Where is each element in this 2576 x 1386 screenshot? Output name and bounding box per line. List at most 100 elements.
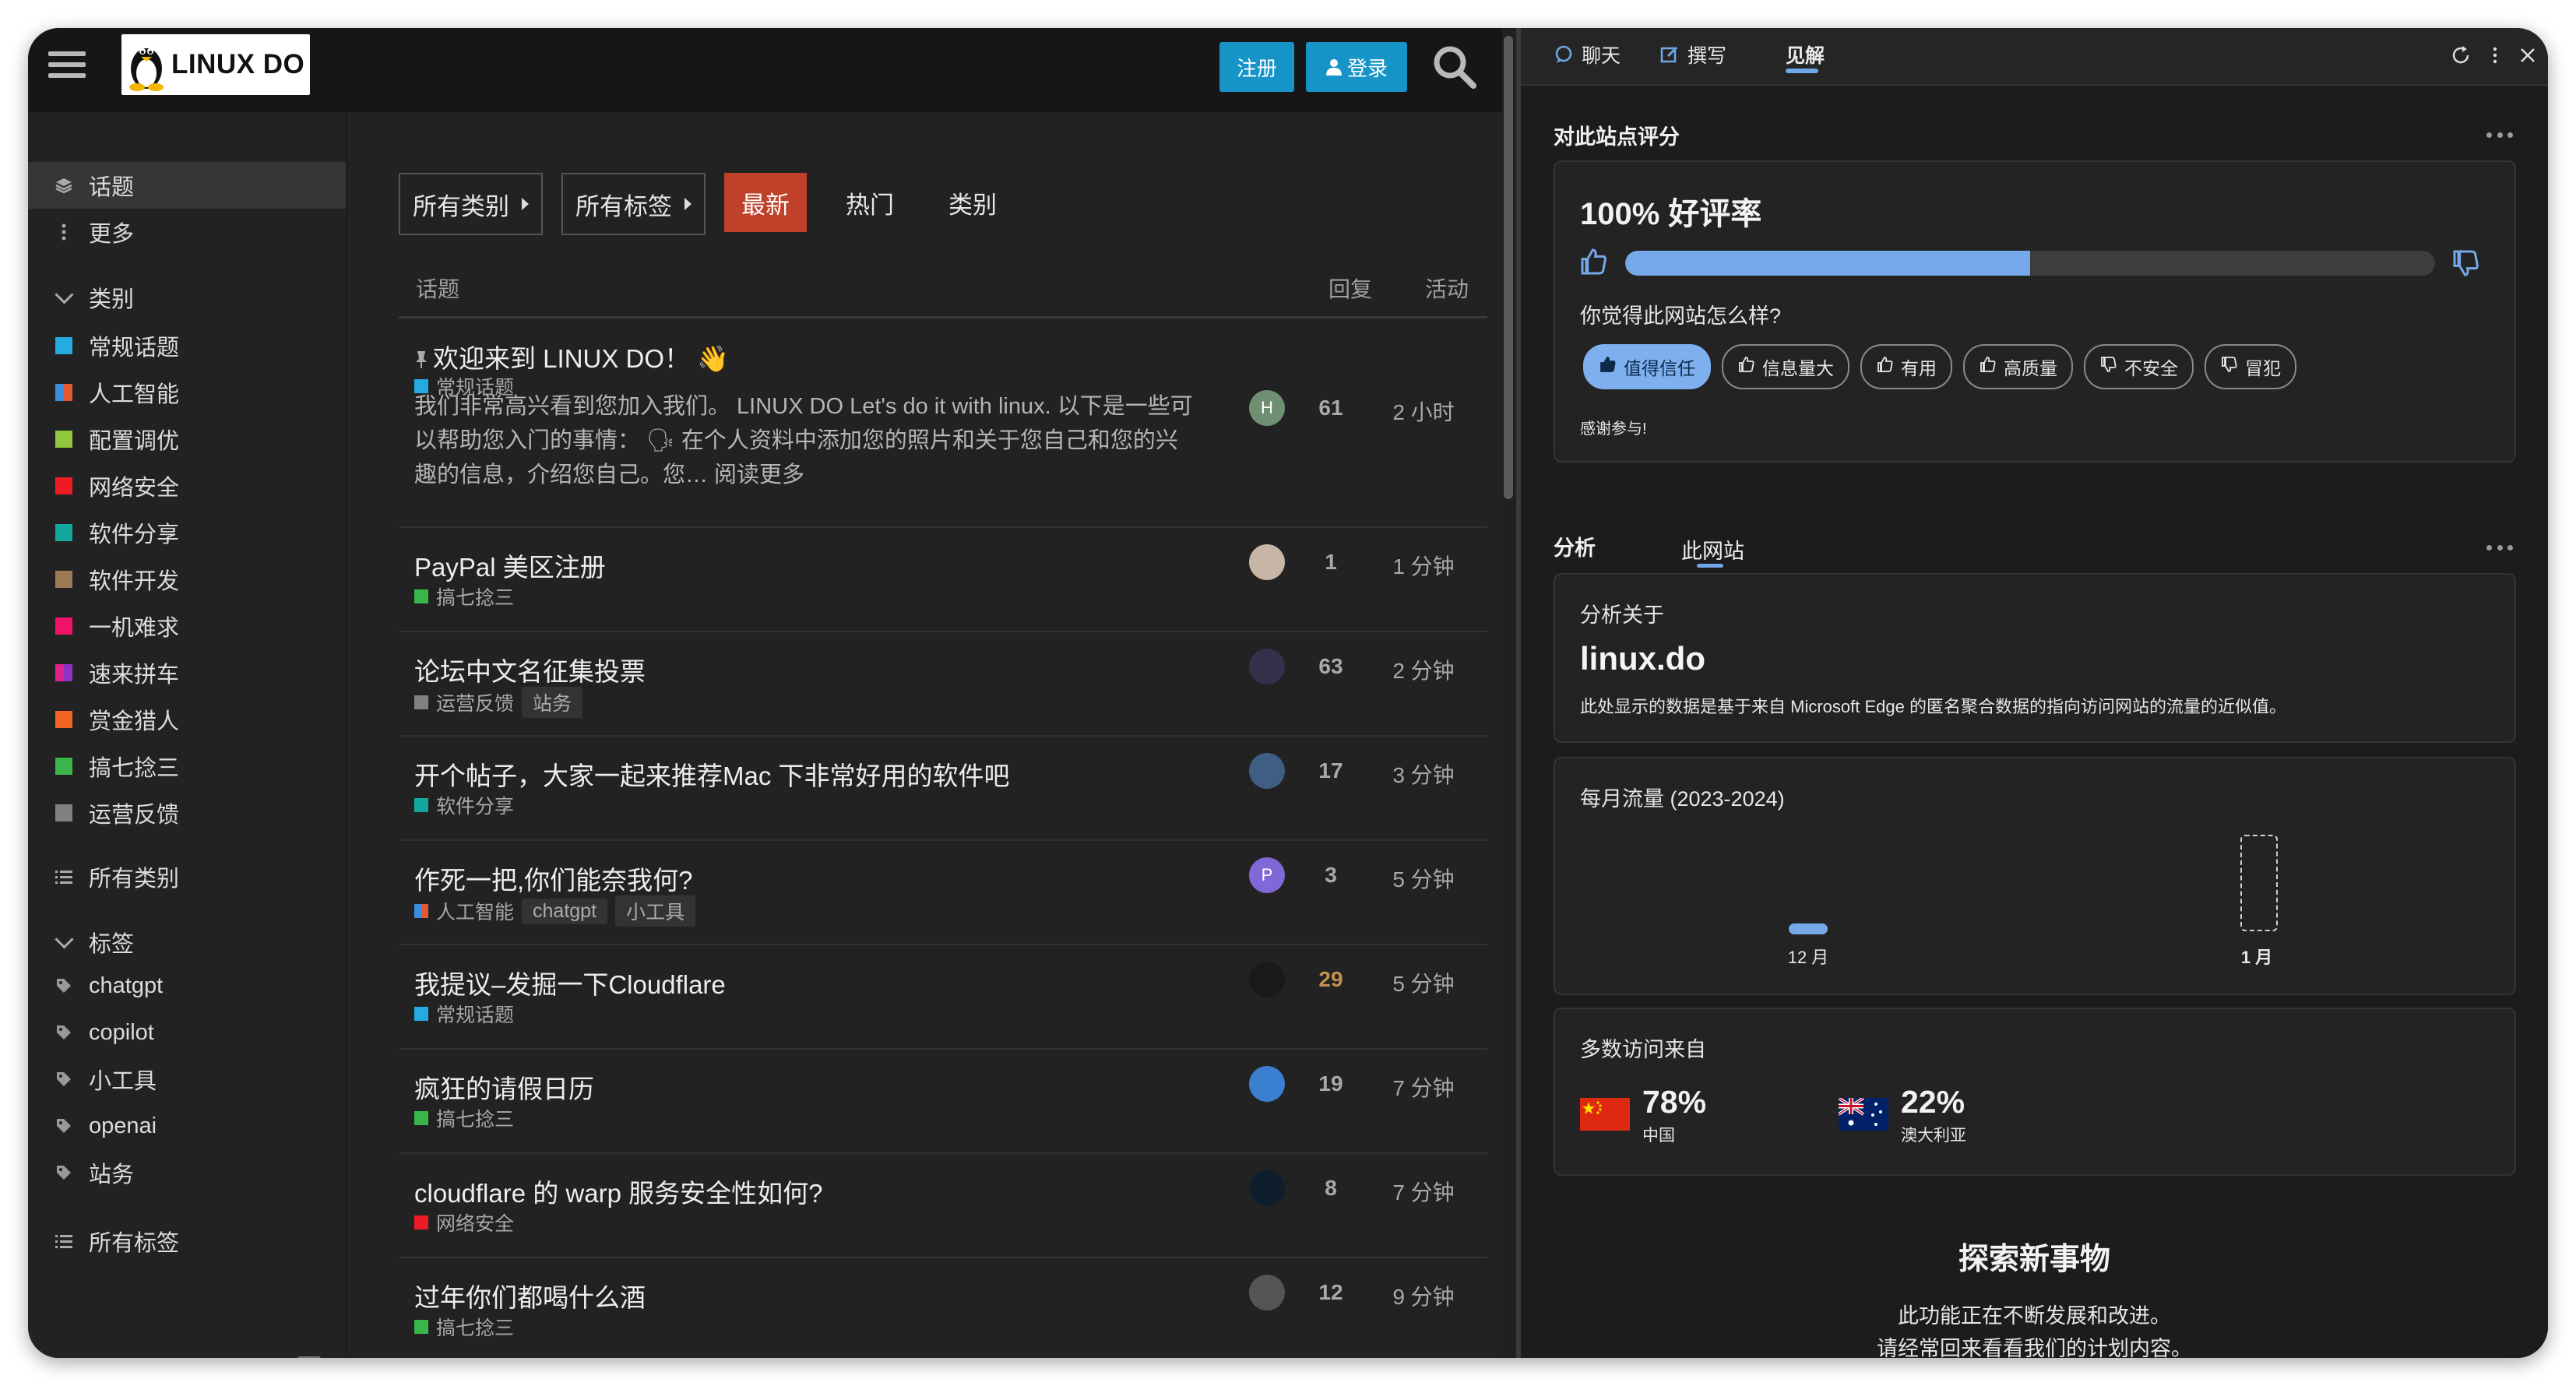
- topic-category-badge[interactable]: 软件分享: [414, 791, 514, 819]
- sidebar-item-category[interactable]: 人工智能: [28, 369, 346, 416]
- column-header-activity[interactable]: 活动: [1425, 273, 1469, 304]
- reply-count[interactable]: 1: [1294, 550, 1367, 575]
- traffic-bar-january[interactable]: [2240, 835, 2278, 931]
- reply-count[interactable]: 19: [1294, 1071, 1367, 1096]
- tab-insights[interactable]: 见解: [1786, 39, 1825, 70]
- topic-category-badge[interactable]: 搞七捻三: [414, 582, 514, 610]
- topic-title-link[interactable]: 过年你们都喝什么酒: [414, 1277, 646, 1314]
- topic-tag[interactable]: chatgpt: [522, 898, 608, 924]
- reply-count[interactable]: 61: [1294, 396, 1367, 420]
- activity-time[interactable]: 7 分钟: [1372, 1071, 1475, 1103]
- poster-avatar[interactable]: [1249, 1170, 1285, 1206]
- sidebar-item-tag[interactable]: openai: [28, 1103, 346, 1149]
- sidebar-item-all-categories[interactable]: 所有类别: [28, 853, 346, 900]
- nav-hot-tab[interactable]: 热门: [846, 173, 894, 232]
- activity-time[interactable]: 7 分钟: [1372, 1176, 1475, 1207]
- column-header-replies[interactable]: 回复: [1328, 273, 1372, 304]
- rating-chip[interactable]: 高质量: [1963, 344, 2073, 389]
- poster-avatar[interactable]: [1249, 544, 1285, 580]
- sidebar-item-tag[interactable]: 站务: [28, 1149, 346, 1196]
- tab-compose[interactable]: 撰写: [1659, 39, 1726, 70]
- sidebar-item-category[interactable]: 速来拼车: [28, 649, 346, 696]
- activity-time[interactable]: 2 小时: [1372, 396, 1475, 427]
- traffic-bar-december[interactable]: [1789, 923, 1828, 934]
- topic-category-badge[interactable]: 运营反馈 站务: [414, 687, 583, 718]
- sidebar-item-topics[interactable]: 话题: [28, 162, 346, 209]
- reply-count[interactable]: 12: [1294, 1280, 1367, 1305]
- sidebar-categories-header[interactable]: 类别: [28, 274, 346, 321]
- nav-latest-tab[interactable]: 最新: [724, 173, 807, 232]
- topic-row[interactable]: PayPal 美区注册 搞七捻三 1 1 分钟: [399, 526, 1487, 632]
- sidebar-item-all-tags[interactable]: 所有标签: [28, 1218, 346, 1265]
- nav-categories-tab[interactable]: 类别: [948, 173, 997, 232]
- sidebar-tags-header[interactable]: 标签: [28, 919, 346, 966]
- topic-row[interactable]: 过年你们都喝什么酒 搞七捻三 12 9 分钟: [399, 1257, 1487, 1358]
- topic-tag[interactable]: 站务: [522, 687, 583, 718]
- more-options-icon[interactable]: [2483, 44, 2507, 67]
- topic-row[interactable]: 疯狂的请假日历 搞七捻三 19 7 分钟: [399, 1048, 1487, 1154]
- topic-category-badge[interactable]: 人工智能 chatgpt 小工具: [414, 895, 696, 927]
- poster-avatar[interactable]: [1249, 1275, 1285, 1310]
- activity-time[interactable]: 5 分钟: [1372, 967, 1475, 998]
- poster-avatar[interactable]: [1249, 753, 1285, 789]
- rating-chip[interactable]: 有用: [1860, 344, 1952, 389]
- topic-title-link[interactable]: 我提议–发掘一下Cloudflare: [414, 964, 726, 1001]
- forum-scrollbar-thumb[interactable]: [1504, 36, 1513, 499]
- all-categories-dropdown[interactable]: 所有类别: [399, 173, 543, 235]
- sidebar-item-category[interactable]: 运营反馈: [28, 790, 346, 836]
- sidebar-item-category[interactable]: 常规话题: [28, 322, 346, 369]
- topic-row[interactable]: 论坛中文名征集投票 运营反馈 站务 63 2 分钟: [399, 631, 1487, 737]
- sidebar-item-category[interactable]: 一机难求: [28, 603, 346, 649]
- analysis-more-icon[interactable]: [2486, 545, 2513, 553]
- topic-category-badge[interactable]: 常规话题: [414, 1000, 514, 1028]
- poster-avatar[interactable]: [1249, 1066, 1285, 1102]
- reply-count[interactable]: 63: [1294, 654, 1367, 679]
- sidebar-item-more[interactable]: 更多: [28, 209, 346, 255]
- topic-title-link[interactable]: PayPal 美区注册: [414, 547, 606, 584]
- topic-title-link[interactable]: 作死一把,你们能奈我何?: [414, 860, 693, 897]
- sidebar-item-category[interactable]: 搞七捻三: [28, 743, 346, 790]
- poster-avatar[interactable]: [1249, 962, 1285, 997]
- activity-time[interactable]: 9 分钟: [1372, 1280, 1475, 1311]
- topic-title-link[interactable]: 疯狂的请假日历: [414, 1068, 594, 1106]
- activity-time[interactable]: 5 分钟: [1372, 863, 1475, 894]
- activity-time[interactable]: 2 分钟: [1372, 654, 1475, 685]
- topic-row[interactable]: 欢迎来到 LINUX DO！ 👋 常规话题 我们非常高兴看到您加入我们。 LINUX…: [399, 319, 1487, 528]
- poster-avatar[interactable]: [1249, 649, 1285, 684]
- hamburger-menu-icon[interactable]: [48, 47, 89, 87]
- topic-title-link[interactable]: 论坛中文名征集投票: [414, 651, 646, 688]
- poster-avatar[interactable]: P: [1249, 857, 1285, 893]
- rating-chip[interactable]: 冒犯: [2205, 344, 2296, 389]
- topic-row[interactable]: cloudflare 的 warp 服务安全性如何? 网络安全 8 7 分钟: [399, 1152, 1487, 1258]
- rating-chip[interactable]: 不安全: [2084, 344, 2194, 389]
- tab-this-site[interactable]: 此网站: [1681, 534, 1744, 565]
- activity-time[interactable]: 3 分钟: [1372, 758, 1475, 790]
- topic-title-link[interactable]: 欢迎来到 LINUX DO！ 👋: [414, 338, 729, 375]
- reply-count[interactable]: 29: [1294, 967, 1367, 992]
- topic-title-link[interactable]: 开个帖子，大家一起来推荐Mac 下非常好用的软件吧: [414, 755, 1010, 793]
- reply-count[interactable]: 3: [1294, 863, 1367, 888]
- sidebar-item-category[interactable]: 赏金猎人: [28, 696, 346, 743]
- reply-count[interactable]: 17: [1294, 758, 1367, 783]
- topic-row[interactable]: 作死一把,你们能奈我何? 人工智能 chatgpt 小工具 P 3 5 分钟: [399, 839, 1487, 945]
- sidebar-item-category[interactable]: 软件开发: [28, 556, 346, 603]
- column-header-topic[interactable]: 话题: [416, 273, 459, 304]
- reply-count[interactable]: 8: [1294, 1176, 1367, 1201]
- topic-title-link[interactable]: cloudflare 的 warp 服务安全性如何?: [414, 1173, 822, 1210]
- site-logo[interactable]: LINUX DO: [121, 34, 310, 95]
- sidebar-item-tag[interactable]: chatgpt: [28, 962, 346, 1009]
- topic-row[interactable]: 我提议–发掘一下Cloudflare 常规话题 29 5 分钟: [399, 944, 1487, 1050]
- close-icon[interactable]: [2516, 44, 2539, 67]
- topic-category-badge[interactable]: 搞七捻三: [414, 1313, 514, 1341]
- activity-time[interactable]: 1 分钟: [1372, 550, 1475, 581]
- all-tags-dropdown[interactable]: 所有标签: [561, 173, 706, 235]
- tab-analysis[interactable]: 分析: [1554, 531, 1596, 561]
- rating-chip[interactable]: 信息量大: [1722, 344, 1849, 389]
- topic-category-badge[interactable]: 搞七捻三: [414, 1104, 514, 1132]
- sidebar-item-category[interactable]: 网络安全: [28, 463, 346, 509]
- rating-chip[interactable]: 值得信任: [1583, 344, 1711, 389]
- topic-category-badge[interactable]: 网络安全: [414, 1208, 514, 1236]
- sidebar-item-category[interactable]: 软件分享: [28, 509, 346, 556]
- topic-row[interactable]: 开个帖子，大家一起来推荐Mac 下非常好用的软件吧 软件分享 17 3 分钟: [399, 735, 1487, 841]
- sidebar-item-tag[interactable]: 小工具: [28, 1056, 346, 1103]
